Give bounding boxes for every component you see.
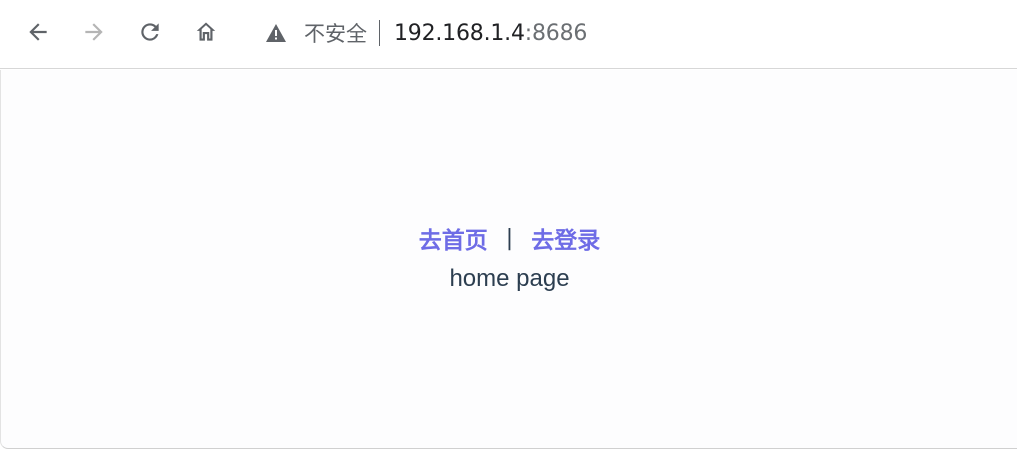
nav-separator: |: [505, 225, 514, 251]
forward-button[interactable]: [77, 15, 111, 49]
address-bar[interactable]: 不安全 192.168.1.4:8686: [252, 14, 952, 52]
page-viewport: 去首页 | 去登录 home page: [0, 70, 1017, 449]
reload-icon: [137, 19, 163, 45]
arrow-left-icon: [25, 19, 51, 45]
page-content-text: home page: [449, 265, 570, 292]
security-label[interactable]: 不安全: [304, 18, 367, 48]
url-text[interactable]: 192.168.1.4:8686: [394, 21, 587, 46]
url-port: :8686: [524, 20, 588, 46]
login-link[interactable]: 去登录: [531, 221, 600, 255]
url-host: 192.168.1.4: [394, 20, 525, 46]
warning-triangle-icon[interactable]: [264, 21, 288, 45]
browser-toolbar: 不安全 192.168.1.4:8686: [0, 0, 1017, 69]
reload-button[interactable]: [133, 15, 167, 49]
home-link[interactable]: 去首页: [419, 221, 488, 255]
home-icon: [193, 19, 219, 45]
address-divider: [379, 20, 380, 46]
arrow-right-icon: [81, 19, 107, 45]
page-nav: 去首页 | 去登录: [1, 221, 1017, 255]
home-button[interactable]: [189, 15, 223, 49]
back-button[interactable]: [21, 15, 55, 49]
